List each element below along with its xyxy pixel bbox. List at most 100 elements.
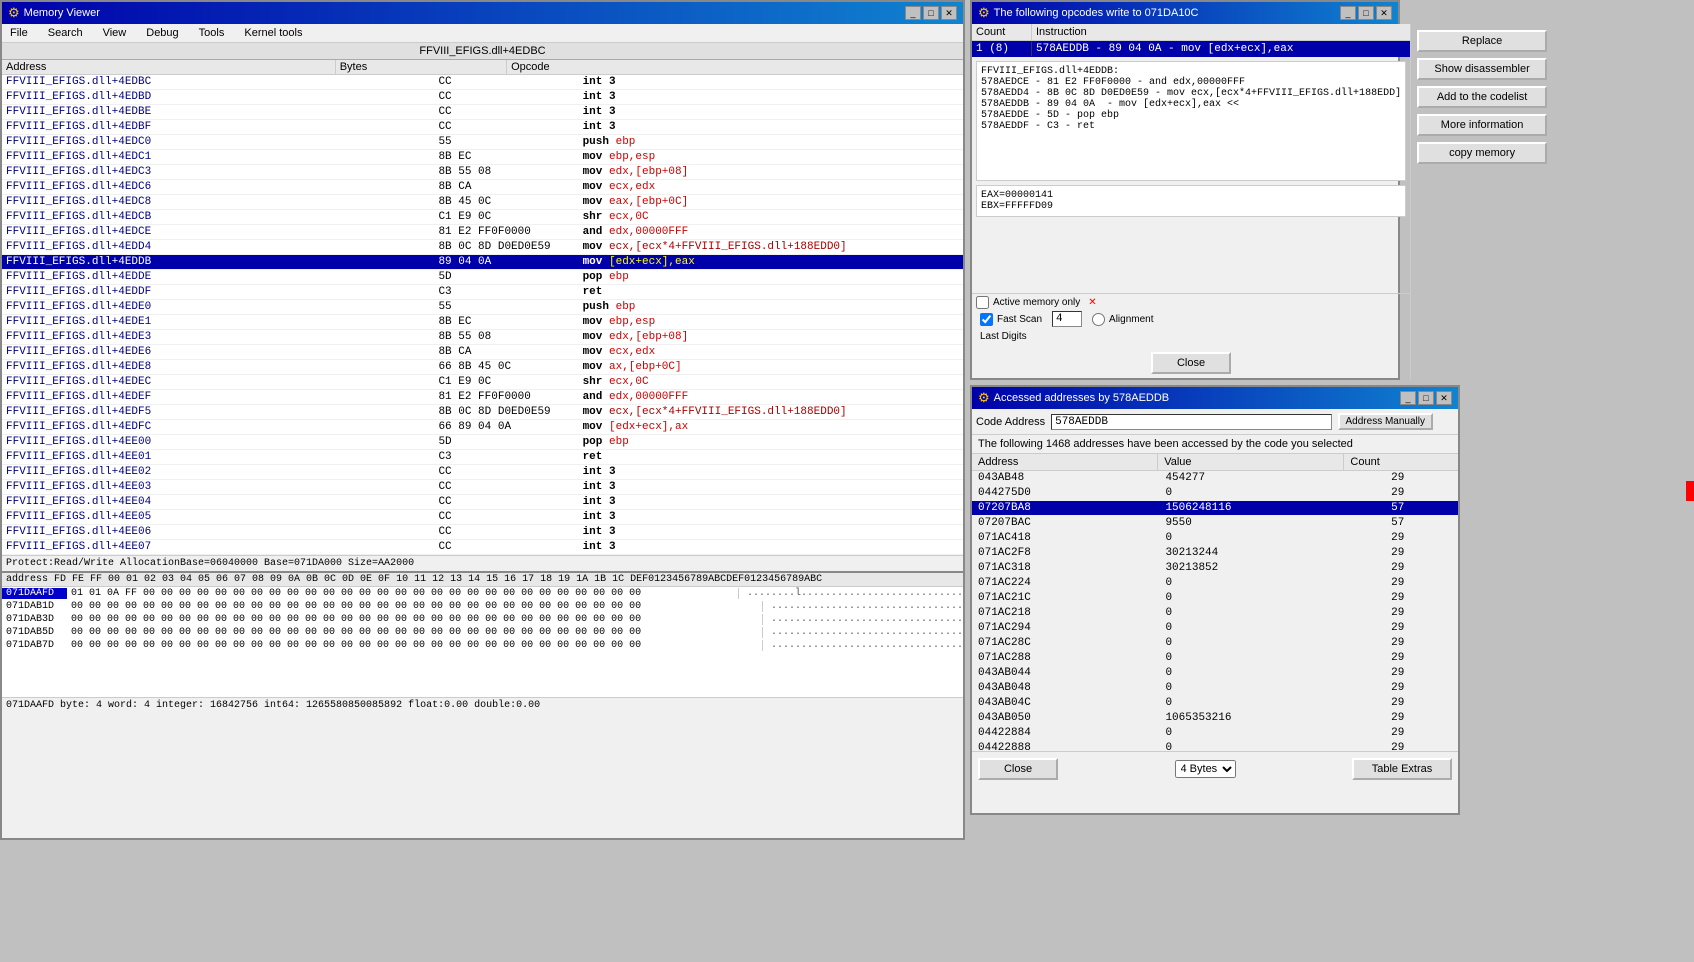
accessed-table-scroll[interactable]: 043AB4845427729044275D002907207BA8150624… xyxy=(972,471,1458,751)
table-row[interactable]: FFVIII_EFIGS.dll+4EDE18B ECmov ebp,esp xyxy=(2,315,963,330)
menu-view[interactable]: View xyxy=(99,26,131,40)
hex-row-address: 071DAB3D xyxy=(2,614,67,625)
table-row[interactable]: FFVIII_EFIGS.dll+4EDC88B 45 0Cmov eax,[e… xyxy=(2,195,963,210)
table-row[interactable]: FFVIII_EFIGS.dll+4EDCBC1 E9 0Cshr ecx,0C xyxy=(2,210,963,225)
maximize-button[interactable]: □ xyxy=(923,6,939,20)
row-address: FFVIII_EFIGS.dll+4EDE6 xyxy=(2,345,434,360)
accessed-table-row[interactable]: 043AB4845427729 xyxy=(972,471,1458,486)
opcodes-close-button[interactable]: Close xyxy=(1151,352,1231,374)
table-row[interactable]: FFVIII_EFIGS.dll+4EE07CCint 3 xyxy=(2,540,963,555)
table-row[interactable]: FFVIII_EFIGS.dll+4EDE055push ebp xyxy=(2,300,963,315)
address-manually-button[interactable]: Address Manually xyxy=(1338,413,1433,430)
table-row[interactable]: FFVIII_EFIGS.dll+4EDEF81 E2 FF0F0000and … xyxy=(2,390,963,405)
accessed-maximize[interactable]: □ xyxy=(1418,391,1434,405)
accessed-table-row[interactable]: 043AB04C029 xyxy=(972,696,1458,711)
table-row[interactable]: FFVIII_EFIGS.dll+4EE005Dpop ebp xyxy=(2,435,963,450)
accessed-table-row[interactable]: 04422884029 xyxy=(972,726,1458,741)
accessed-table-row[interactable]: 071AC224029 xyxy=(972,576,1458,591)
row-opcode: mov ebp,esp xyxy=(579,150,963,165)
table-row[interactable]: FFVIII_EFIGS.dll+4EDFC66 89 04 0Amov [ed… xyxy=(2,420,963,435)
accessed-table-row[interactable]: 071AC3183021385229 xyxy=(972,561,1458,576)
accessed-table-row[interactable]: 071AC21C029 xyxy=(972,591,1458,606)
menu-tools[interactable]: Tools xyxy=(195,26,229,40)
table-row[interactable]: FFVIII_EFIGS.dll+4EDDB89 04 0Amov [edx+e… xyxy=(2,255,963,270)
menu-file[interactable]: File xyxy=(6,26,32,40)
show-disassembler-button[interactable]: Show disassembler xyxy=(1417,58,1547,80)
table-row[interactable]: FFVIII_EFIGS.dll+4EDC18B ECmov ebp,esp xyxy=(2,150,963,165)
red-indicator[interactable] xyxy=(1686,481,1694,501)
table-row[interactable]: FFVIII_EFIGS.dll+4EDC055push ebp xyxy=(2,135,963,150)
active-memory-checkbox[interactable] xyxy=(976,296,989,309)
menu-debug[interactable]: Debug xyxy=(142,26,182,40)
bytes-select[interactable]: 1 Byte 2 Bytes 4 Bytes 8 Bytes xyxy=(1175,760,1236,778)
accessed-table-row[interactable]: 043AB050106535321629 xyxy=(972,711,1458,726)
accessed-minimize[interactable]: _ xyxy=(1400,391,1416,405)
table-row[interactable]: FFVIII_EFIGS.dll+4EDD48B 0C 8D D0ED0E59m… xyxy=(2,240,963,255)
accessed-table-row[interactable]: 044275D0029 xyxy=(972,486,1458,501)
accessed-table-row[interactable]: 07207BAC955057 xyxy=(972,516,1458,531)
table-row[interactable]: FFVIII_EFIGS.dll+4EE02CCint 3 xyxy=(2,465,963,480)
copy-memory-button[interactable]: copy memory xyxy=(1417,142,1547,164)
table-row[interactable]: FFVIII_EFIGS.dll+4EDDFC3ret xyxy=(2,285,963,300)
accessed-table-row[interactable]: 071AC288029 xyxy=(972,651,1458,666)
hex-row[interactable]: 071DAAFD01 01 0A FF 00 00 00 00 00 00 00… xyxy=(2,587,963,600)
accessed-table-row[interactable]: 071AC294029 xyxy=(972,621,1458,636)
accessed-close-x[interactable]: ✕ xyxy=(1436,391,1452,405)
opcodes-maximize[interactable]: □ xyxy=(1358,6,1374,20)
table-row[interactable]: FFVIII_EFIGS.dll+4EDE38B 55 08mov edx,[e… xyxy=(2,330,963,345)
hex-row[interactable]: 071DAB1D00 00 00 00 00 00 00 00 00 00 00… xyxy=(2,600,963,613)
table-row[interactable]: FFVIII_EFIGS.dll+4EDF58B 0C 8D D0ED0E59m… xyxy=(2,405,963,420)
code-address-input[interactable] xyxy=(1051,414,1331,430)
add-to-codelist-button[interactable]: Add to the codelist xyxy=(1417,86,1547,108)
opcodes-selected-row[interactable]: 1 (8) 578AEDDB - 89 04 0A - mov [edx+ecx… xyxy=(972,41,1410,57)
accessed-table-row[interactable]: 071AC218029 xyxy=(972,606,1458,621)
table-row[interactable]: FFVIII_EFIGS.dll+4EDE866 8B 45 0Cmov ax,… xyxy=(2,360,963,375)
accessed-table-row[interactable]: 043AB048029 xyxy=(972,681,1458,696)
table-row[interactable]: FFVIII_EFIGS.dll+4EDBCCCint 3 xyxy=(2,75,963,90)
active-memory-row: Active memory only ✕ xyxy=(976,296,1406,309)
menu-kernel-tools[interactable]: Kernel tools xyxy=(240,26,306,40)
main-window-controls[interactable]: _ □ ✕ xyxy=(905,6,957,20)
table-extras-button[interactable]: Table Extras xyxy=(1352,758,1452,780)
hex-row[interactable]: 071DAB5D00 00 00 00 00 00 00 00 00 00 00… xyxy=(2,626,963,639)
replace-button[interactable]: Replace xyxy=(1417,30,1547,52)
table-row[interactable]: FFVIII_EFIGS.dll+4EDCE81 E2 FF0F0000and … xyxy=(2,225,963,240)
table-row[interactable]: FFVIII_EFIGS.dll+4EDE68B CAmov ecx,edx xyxy=(2,345,963,360)
menu-search[interactable]: Search xyxy=(44,26,87,40)
accessed-window-controls[interactable]: _ □ ✕ xyxy=(1400,391,1452,405)
accessed-table-row[interactable]: 071AC2F83021324429 xyxy=(972,546,1458,561)
accessed-close-button[interactable]: Close xyxy=(978,758,1058,780)
active-memory-x: ✕ xyxy=(1088,297,1096,308)
opcodes-window-controls[interactable]: _ □ ✕ xyxy=(1340,6,1392,20)
table-row[interactable]: FFVIII_EFIGS.dll+4EE06CCint 3 xyxy=(2,525,963,540)
table-row[interactable]: FFVIII_EFIGS.dll+4EE01C3ret xyxy=(2,450,963,465)
accessed-table-row[interactable]: 04422888029 xyxy=(972,741,1458,752)
table-row[interactable]: FFVIII_EFIGS.dll+4EDBECCint 3 xyxy=(2,105,963,120)
opcodes-close[interactable]: ✕ xyxy=(1376,6,1392,20)
accessed-table-row[interactable]: 07207BA8150624811657 xyxy=(972,501,1458,516)
opcodes-minimize[interactable]: _ xyxy=(1340,6,1356,20)
address-table-scroll[interactable]: FFVIII_EFIGS.dll+4EDBCCCint 3FFVIII_EFIG… xyxy=(2,75,963,555)
accessed-table-row[interactable]: 071AC28C029 xyxy=(972,636,1458,651)
fast-scan-value[interactable] xyxy=(1052,311,1082,327)
table-row[interactable]: FFVIII_EFIGS.dll+4EDBFCCint 3 xyxy=(2,120,963,135)
table-row[interactable]: FFVIII_EFIGS.dll+4EDC68B CAmov ecx,edx xyxy=(2,180,963,195)
table-row[interactable]: FFVIII_EFIGS.dll+4EE04CCint 3 xyxy=(2,495,963,510)
more-information-button[interactable]: More information xyxy=(1417,114,1547,136)
table-row[interactable]: FFVIII_EFIGS.dll+4EE03CCint 3 xyxy=(2,480,963,495)
table-row[interactable]: FFVIII_EFIGS.dll+4EE05CCint 3 xyxy=(2,510,963,525)
hex-row[interactable]: 071DAB3D00 00 00 00 00 00 00 00 00 00 00… xyxy=(2,613,963,626)
accessed-table-row[interactable]: 043AB044029 xyxy=(972,666,1458,681)
close-button[interactable]: ✕ xyxy=(941,6,957,20)
fast-scan-checkbox[interactable] xyxy=(980,313,993,326)
main-memory-viewer-window: ⚙ Memory Viewer _ □ ✕ File Search View D… xyxy=(0,0,965,840)
table-row[interactable]: FFVIII_EFIGS.dll+4EDBDCCint 3 xyxy=(2,90,963,105)
alignment-radio[interactable] xyxy=(1092,313,1105,326)
accessed-table-row[interactable]: 071AC418029 xyxy=(972,531,1458,546)
table-row[interactable]: FFVIII_EFIGS.dll+4EDECC1 E9 0Cshr ecx,0C xyxy=(2,375,963,390)
minimize-button[interactable]: _ xyxy=(905,6,921,20)
hex-row[interactable]: 071DAB7D00 00 00 00 00 00 00 00 00 00 00… xyxy=(2,639,963,652)
hex-rows[interactable]: 071DAAFD01 01 0A FF 00 00 00 00 00 00 00… xyxy=(2,587,963,697)
table-row[interactable]: FFVIII_EFIGS.dll+4EDC38B 55 08mov edx,[e… xyxy=(2,165,963,180)
table-row[interactable]: FFVIII_EFIGS.dll+4EDDE5Dpop ebp xyxy=(2,270,963,285)
